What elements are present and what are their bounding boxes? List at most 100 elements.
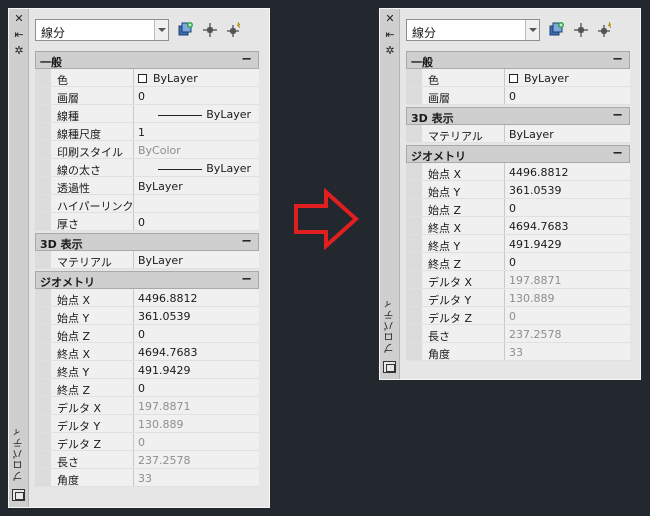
property-row[interactable]: 終点 Y 491.9429: [35, 361, 259, 379]
quick-select-icon[interactable]: [548, 21, 566, 39]
property-row[interactable]: 始点 X 4496.8812: [406, 163, 630, 181]
collapse-icon[interactable]: −: [241, 52, 252, 67]
property-value[interactable]: 491.9429: [509, 238, 626, 251]
property-row[interactable]: デルタ Y 130.889: [35, 415, 259, 433]
property-row[interactable]: 線種 ByLayer: [35, 105, 259, 123]
property-value[interactable]: ByLayer: [138, 180, 255, 193]
property-value[interactable]: 4694.7683: [509, 220, 626, 233]
close-icon[interactable]: ✕: [384, 13, 396, 25]
pickadd-toggle-icon[interactable]: [596, 21, 614, 39]
property-row[interactable]: 長さ 237.2578: [406, 325, 630, 343]
property-row[interactable]: 色 ByLayer: [35, 69, 259, 87]
property-value[interactable]: 0: [138, 382, 255, 395]
collapse-icon[interactable]: −: [241, 234, 252, 249]
property-row[interactable]: 画層 0: [406, 87, 630, 105]
property-value[interactable]: 0: [138, 328, 255, 341]
property-row[interactable]: ハイパーリンク: [35, 195, 259, 213]
property-value[interactable]: 130.889: [138, 418, 255, 431]
property-row[interactable]: マテリアル ByLayer: [35, 251, 259, 269]
property-row[interactable]: 色 ByLayer: [406, 69, 630, 87]
property-row[interactable]: デルタ X 197.8871: [35, 397, 259, 415]
quick-select-icon[interactable]: [177, 21, 195, 39]
property-row[interactable]: 印刷スタイル ByColor: [35, 141, 259, 159]
category-header[interactable]: 3D 表示 −: [35, 233, 259, 251]
property-row[interactable]: デルタ X 197.8871: [406, 271, 630, 289]
property-row[interactable]: 始点 Z 0: [35, 325, 259, 343]
property-row[interactable]: デルタ Z 0: [406, 307, 630, 325]
property-value[interactable]: 237.2578: [509, 328, 626, 341]
property-row[interactable]: 厚さ 0: [35, 213, 259, 231]
collapse-icon[interactable]: −: [612, 108, 623, 123]
settings-icon[interactable]: ✲: [384, 45, 396, 57]
property-value[interactable]: ByLayer: [138, 72, 255, 85]
property-value[interactable]: 33: [138, 472, 255, 485]
property-row[interactable]: 線の太さ ByLayer: [35, 159, 259, 177]
close-icon[interactable]: ✕: [13, 13, 25, 25]
property-value[interactable]: ByLayer: [138, 254, 255, 267]
property-row[interactable]: 始点 Y 361.0539: [35, 307, 259, 325]
property-value[interactable]: 0: [509, 310, 626, 323]
palette-title-strip[interactable]: ✕ ⇤ ✲ プロパティ: [9, 9, 29, 507]
category-header[interactable]: 一般 −: [406, 51, 630, 69]
property-row[interactable]: 終点 Z 0: [406, 253, 630, 271]
property-row[interactable]: 終点 X 4694.7683: [406, 217, 630, 235]
category-header[interactable]: ジオメトリ −: [35, 271, 259, 289]
property-value[interactable]: 0: [509, 90, 626, 103]
pin-icon[interactable]: ⇤: [384, 29, 396, 41]
pickadd-toggle-icon[interactable]: [225, 21, 243, 39]
property-row[interactable]: 終点 Y 491.9429: [406, 235, 630, 253]
property-value[interactable]: 197.8871: [509, 274, 626, 287]
property-value[interactable]: ByLayer: [138, 162, 251, 175]
property-value[interactable]: 4496.8812: [509, 166, 626, 179]
collapse-icon[interactable]: −: [241, 272, 252, 287]
property-value[interactable]: 4694.7683: [138, 346, 255, 359]
property-row[interactable]: 角度 33: [35, 469, 259, 487]
property-row[interactable]: 始点 Z 0: [406, 199, 630, 217]
property-value[interactable]: 0: [138, 90, 255, 103]
property-value[interactable]: 33: [509, 346, 626, 359]
property-value[interactable]: 197.8871: [138, 400, 255, 413]
property-row[interactable]: デルタ Z 0: [35, 433, 259, 451]
palette-title-strip[interactable]: ✕ ⇤ ✲ プロパティ: [380, 9, 400, 379]
object-type-combo[interactable]: 線分: [35, 19, 169, 41]
palette-icon[interactable]: [383, 361, 396, 373]
pin-icon[interactable]: ⇤: [13, 29, 25, 41]
property-value[interactable]: 0: [509, 256, 626, 269]
property-row[interactable]: 画層 0: [35, 87, 259, 105]
property-row[interactable]: 透過性 ByLayer: [35, 177, 259, 195]
settings-icon[interactable]: ✲: [13, 45, 25, 57]
property-value[interactable]: 4496.8812: [138, 292, 255, 305]
property-row[interactable]: 始点 Y 361.0539: [406, 181, 630, 199]
property-row[interactable]: 終点 Z 0: [35, 379, 259, 397]
property-value[interactable]: 0: [509, 202, 626, 215]
property-row[interactable]: 線種尺度 1: [35, 123, 259, 141]
property-row[interactable]: マテリアル ByLayer: [406, 125, 630, 143]
category-header[interactable]: 3D 表示 −: [406, 107, 630, 125]
property-value[interactable]: ByLayer: [509, 72, 626, 85]
property-row[interactable]: 終点 X 4694.7683: [35, 343, 259, 361]
property-value[interactable]: 237.2578: [138, 454, 255, 467]
select-objects-icon[interactable]: [572, 21, 590, 39]
property-value[interactable]: ByColor: [138, 144, 255, 157]
property-value[interactable]: 0: [138, 216, 255, 229]
property-value[interactable]: 0: [138, 436, 255, 449]
select-objects-icon[interactable]: [201, 21, 219, 39]
property-value[interactable]: ByLayer: [138, 108, 251, 121]
property-value[interactable]: 361.0539: [138, 310, 255, 323]
property-value[interactable]: ByLayer: [509, 128, 626, 141]
category-header[interactable]: ジオメトリ −: [406, 145, 630, 163]
property-row[interactable]: デルタ Y 130.889: [406, 289, 630, 307]
property-value[interactable]: 361.0539: [509, 184, 626, 197]
chevron-down-icon[interactable]: [525, 20, 539, 40]
collapse-icon[interactable]: −: [612, 146, 623, 161]
collapse-icon[interactable]: −: [612, 52, 623, 67]
property-value[interactable]: 130.889: [509, 292, 626, 305]
palette-icon[interactable]: [12, 489, 25, 501]
property-row[interactable]: 長さ 237.2578: [35, 451, 259, 469]
property-value[interactable]: 1: [138, 126, 255, 139]
object-type-combo[interactable]: 線分: [406, 19, 540, 41]
property-value[interactable]: 491.9429: [138, 364, 255, 377]
property-row[interactable]: 角度 33: [406, 343, 630, 361]
chevron-down-icon[interactable]: [154, 20, 168, 40]
property-row[interactable]: 始点 X 4496.8812: [35, 289, 259, 307]
